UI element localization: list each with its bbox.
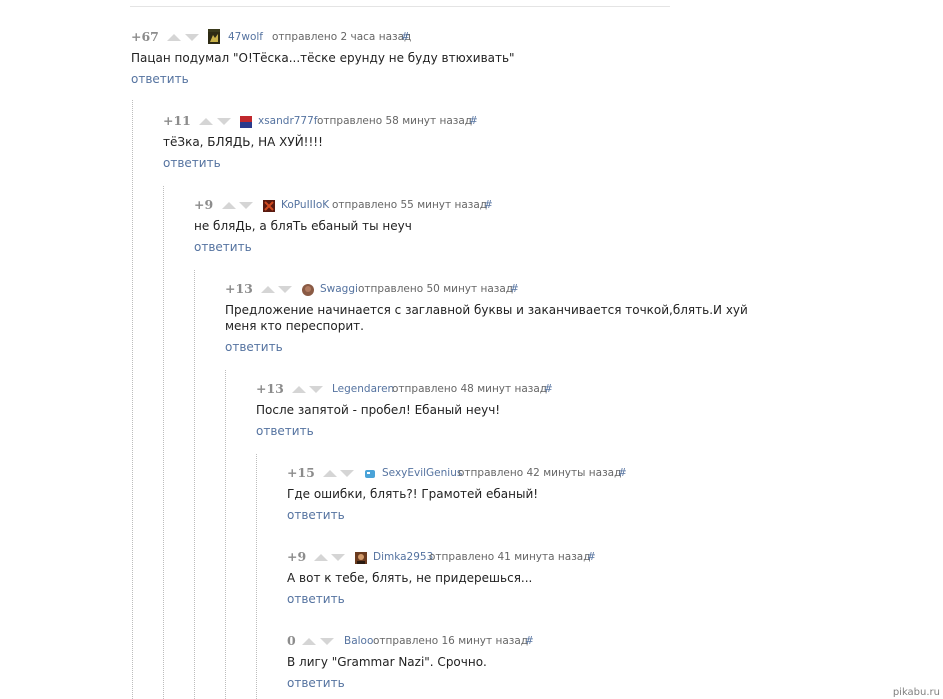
comment-permalink[interactable]: # — [525, 634, 534, 648]
comment-rating: +11 — [163, 113, 191, 128]
vote-down-icon[interactable] — [340, 470, 354, 477]
thread-line — [256, 454, 257, 699]
sent-time: отправлено 42 минуты назад — [458, 467, 622, 479]
sent-time: отправлено 2 часа назад — [272, 31, 412, 43]
username-link[interactable]: Baloo — [344, 634, 373, 648]
username-link[interactable]: Dimka2953 — [373, 550, 433, 564]
username-link[interactable]: SexyEvilGenius — [382, 466, 462, 480]
user-avatar[interactable] — [364, 465, 376, 480]
thread-line — [194, 270, 195, 699]
comment-rating: +9 — [287, 549, 307, 564]
username-link[interactable]: KoPuIIIoK — [281, 198, 329, 212]
comment-rating: +9 — [194, 197, 214, 212]
vote-up-icon[interactable] — [314, 554, 328, 561]
vote-down-icon[interactable] — [217, 118, 231, 125]
reply-link[interactable]: ответить — [287, 592, 345, 606]
comment-rating: +67 — [131, 29, 159, 44]
user-avatar[interactable] — [302, 281, 314, 296]
user-avatar[interactable] — [263, 197, 275, 212]
comment-text: А вот к тебе, блять, не придерешься... — [287, 571, 533, 585]
reply-link[interactable]: ответить — [287, 676, 345, 690]
sent-time: отправлено 55 минут назад — [332, 199, 488, 211]
vote-down-icon[interactable] — [278, 286, 292, 293]
sent-time: отправлено 58 минут назад — [317, 115, 473, 127]
reply-link[interactable]: ответить — [194, 240, 252, 254]
top-divider — [130, 6, 670, 7]
comment-permalink[interactable]: # — [587, 550, 596, 564]
vote-up-icon[interactable] — [167, 34, 181, 41]
comment-permalink[interactable]: # — [618, 466, 627, 480]
username-link[interactable]: Swaggi — [320, 282, 358, 296]
vote-up-icon[interactable] — [199, 118, 213, 125]
username-link[interactable]: Legendaren — [332, 382, 394, 396]
comment-text: не бляДь, а бляТь ебаный ты неуч — [194, 219, 412, 233]
sent-time: отправлено 16 минут назад — [373, 635, 529, 647]
user-avatar[interactable] — [240, 113, 252, 128]
user-avatar[interactable] — [355, 549, 367, 564]
comment-permalink[interactable]: # — [469, 114, 478, 128]
site-watermark: pikabu.ru — [892, 687, 940, 698]
comment-rating: +13 — [256, 381, 284, 396]
comment-text: Пацан подумал "О!Тёска...тёске ерунду не… — [131, 51, 515, 65]
vote-up-icon[interactable] — [323, 470, 337, 477]
thread-line — [132, 100, 133, 699]
reply-link[interactable]: ответить — [287, 508, 345, 522]
vote-down-icon[interactable] — [309, 386, 323, 393]
vote-up-icon[interactable] — [292, 386, 306, 393]
vote-up-icon[interactable] — [222, 202, 236, 209]
comment-text: В лигу "Grammar Nazi". Срочно. — [287, 655, 487, 669]
comment-text: После запятой - пробел! Ебаный неуч! — [256, 403, 501, 417]
reply-link[interactable]: ответить — [131, 72, 189, 86]
comment-text: Где ошибки, блять?! Грамотей ебаный! — [287, 487, 539, 501]
sent-time: отправлено 41 минута назад — [429, 551, 591, 563]
comment-rating: +13 — [225, 281, 253, 296]
vote-down-icon[interactable] — [185, 34, 199, 41]
user-avatar[interactable] — [208, 29, 220, 44]
vote-up-icon[interactable] — [302, 638, 316, 645]
thread-line — [225, 370, 226, 699]
comment-text: Предложение начинается с заглавной буквы… — [225, 303, 748, 333]
comment-rating: +15 — [287, 465, 315, 480]
username-link[interactable]: 47wolf — [228, 30, 263, 44]
reply-link[interactable]: ответить — [225, 340, 283, 354]
thread-line — [163, 186, 164, 699]
reply-link[interactable]: ответить — [163, 156, 221, 170]
comment-text: тёЗка, БЛЯДЬ, НА ХУЙ!!!! — [163, 135, 323, 149]
reply-link[interactable]: ответить — [256, 424, 314, 438]
vote-up-icon[interactable] — [261, 286, 275, 293]
sent-time: отправлено 50 минут назад — [358, 283, 514, 295]
vote-down-icon[interactable] — [239, 202, 253, 209]
username-link[interactable]: xsandr777f — [258, 114, 318, 128]
comment-rating: 0 — [287, 633, 296, 648]
comment-permalink[interactable]: # — [484, 198, 493, 212]
vote-down-icon[interactable] — [331, 554, 345, 561]
vote-down-icon[interactable] — [320, 638, 334, 645]
comment-permalink[interactable]: # — [544, 382, 553, 396]
comment-permalink[interactable]: # — [401, 30, 410, 44]
comment-permalink[interactable]: # — [510, 282, 519, 296]
sent-time: отправлено 48 минут назад — [392, 383, 548, 395]
